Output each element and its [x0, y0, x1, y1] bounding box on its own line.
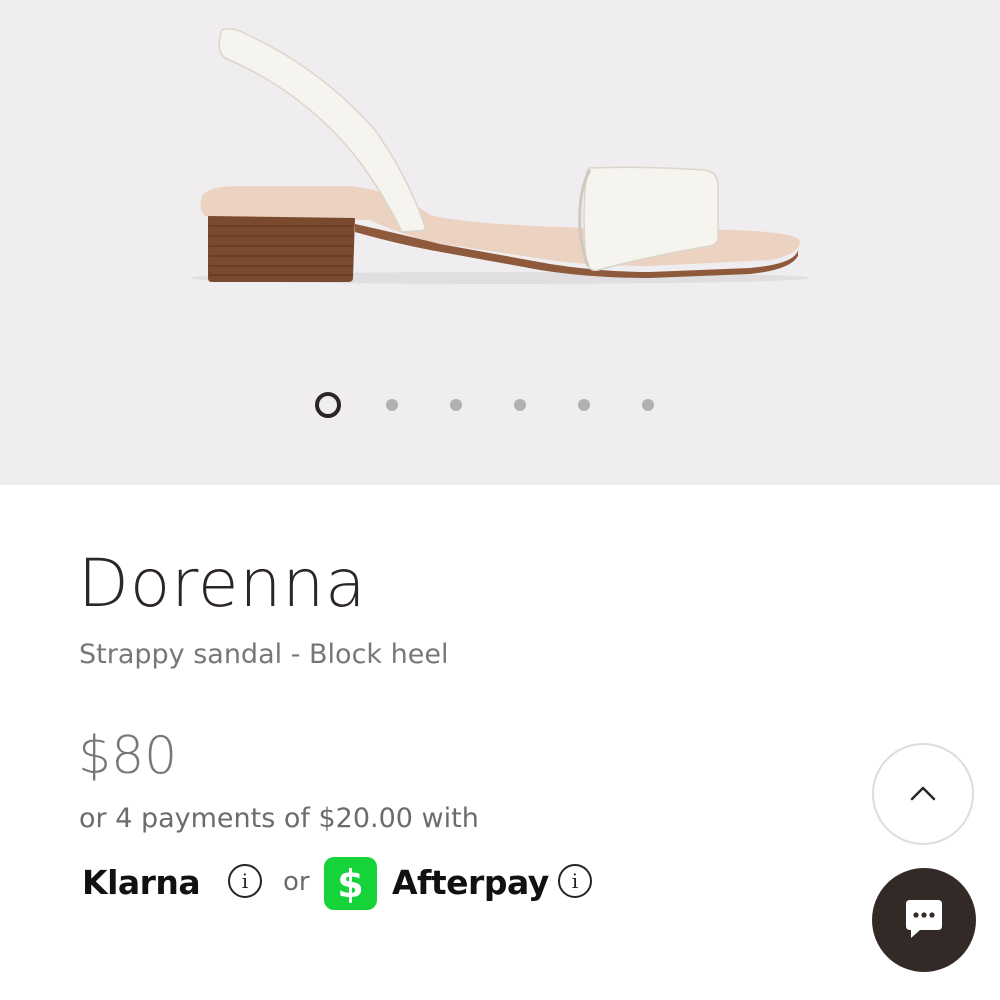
afterpay-info-icon[interactable]: i — [558, 864, 592, 898]
afterpay-logo: Afterpay — [392, 863, 549, 902]
carousel-dot-1[interactable] — [315, 392, 341, 418]
installments-text: or 4 payments of $20.00 with — [79, 803, 479, 834]
info-glyph: i — [241, 869, 249, 893]
dollar-glyph: $ — [337, 861, 364, 906]
carousel-pagination — [0, 390, 1000, 420]
chevron-up-icon — [910, 786, 936, 801]
product-title: Dorenna — [78, 545, 367, 622]
cash-app-icon: $ — [324, 857, 377, 910]
product-image[interactable] — [170, 20, 820, 310]
klarna-info-icon[interactable]: i — [228, 864, 262, 898]
product-image-gallery[interactable] — [0, 0, 1000, 485]
chat-bubble-icon — [906, 900, 942, 938]
scroll-to-top-button[interactable] — [872, 743, 974, 845]
carousel-dot-4[interactable] — [514, 399, 526, 411]
chat-button[interactable] — [872, 868, 976, 972]
carousel-dot-6[interactable] — [642, 399, 654, 411]
klarna-logo: Klarna — [82, 863, 201, 902]
carousel-dot-3[interactable] — [450, 399, 462, 411]
carousel-dot-5[interactable] — [578, 399, 590, 411]
or-separator: or — [283, 867, 310, 897]
product-description: Strappy sandal - Block heel — [79, 639, 449, 670]
info-glyph: i — [571, 869, 579, 893]
product-price: $80 — [78, 726, 178, 786]
carousel-dot-2[interactable] — [386, 399, 398, 411]
payment-options: Klarna i or $ Afterpay i — [82, 855, 642, 911]
